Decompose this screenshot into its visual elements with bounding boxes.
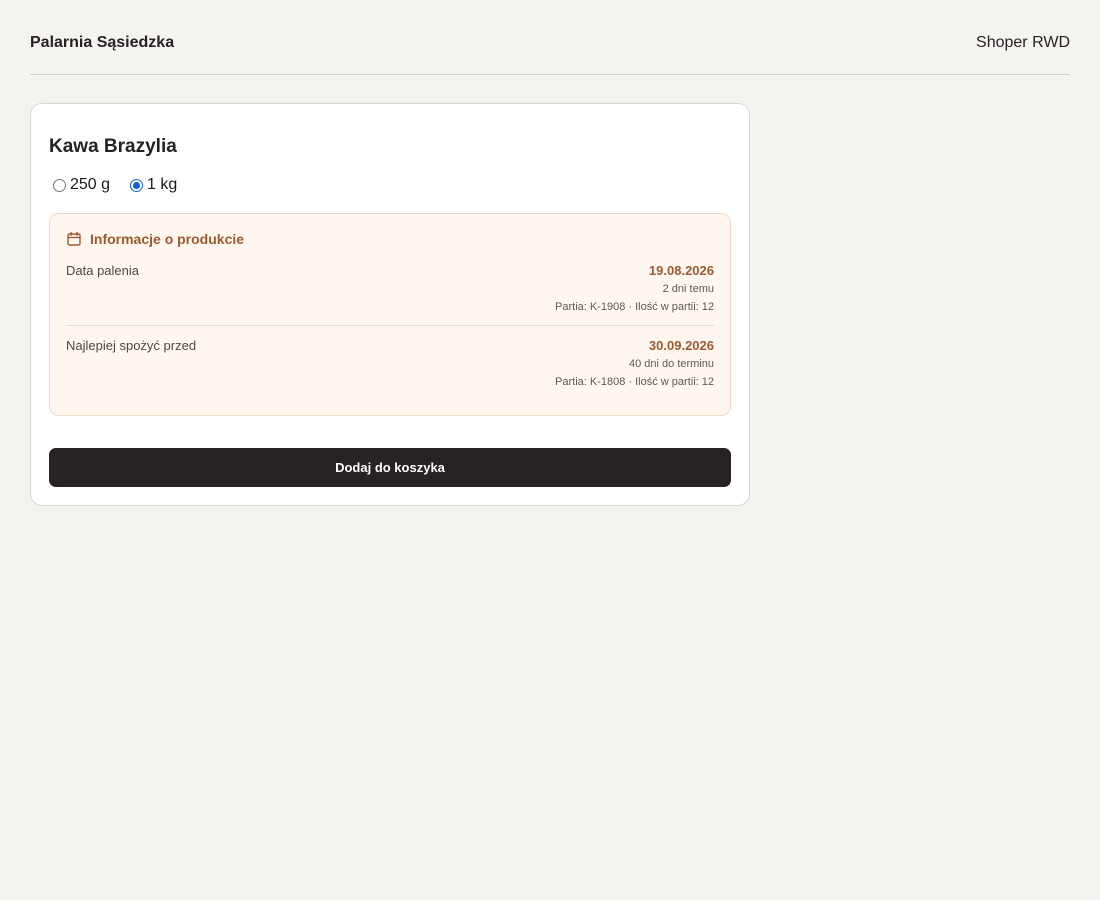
best-before-batch-info: Partia: K-1808 · Ilość w partii: 12 <box>555 376 714 388</box>
variant-option-250g[interactable]: 250 g <box>53 176 110 194</box>
product-info-heading: Informacje o produkcie <box>66 231 244 247</box>
variant-radio-1kg[interactable] <box>130 178 144 192</box>
best-before-value: 30.09.2026 <box>648 338 714 353</box>
product-card: Kawa Brazylia 250 g 1 kg Informacje o pr… <box>30 103 750 506</box>
site-header: Palarnia Sąsiedzka Shoper RWD <box>30 0 1070 75</box>
variant-label-1kg: 1 kg <box>147 176 178 193</box>
roast-date-relative: 2 dni temu <box>662 283 714 295</box>
product-title: Kawa Brazylia <box>49 136 177 157</box>
variant-option-1kg[interactable]: 1 kg <box>130 176 177 194</box>
product-info-title: Informacje o produkcie <box>90 231 245 247</box>
variant-label-250g: 250 g <box>70 176 111 193</box>
variant-radio-250g[interactable] <box>53 178 66 192</box>
roast-date-label: Data palenia <box>66 263 139 278</box>
best-before-relative: 40 dni do terminu <box>629 358 714 370</box>
best-before-row: Najlepiej spożyć przed 30.09.2026 40 dni… <box>66 338 714 404</box>
roast-date-row: Data palenia 19.08.2026 2 dni temu Parti… <box>66 263 714 326</box>
roast-date-value: 19.08.2026 <box>648 263 714 278</box>
store-brand[interactable]: Palarnia Sąsiedzka <box>30 34 174 52</box>
best-before-label: Najlepiej spożyć przed <box>66 338 197 353</box>
add-to-cart-button[interactable]: Dodaj do koszyka <box>49 448 731 487</box>
platform-label: Shoper RWD <box>976 34 1070 51</box>
product-info-box: Informacje o produkcie Data palenia 19.0… <box>49 213 731 416</box>
variant-selector: 250 g 1 kg <box>53 176 197 194</box>
roast-batch-info: Partia: K-1908 · Ilość w partii: 12 <box>555 301 714 313</box>
calendar-icon <box>67 231 81 246</box>
